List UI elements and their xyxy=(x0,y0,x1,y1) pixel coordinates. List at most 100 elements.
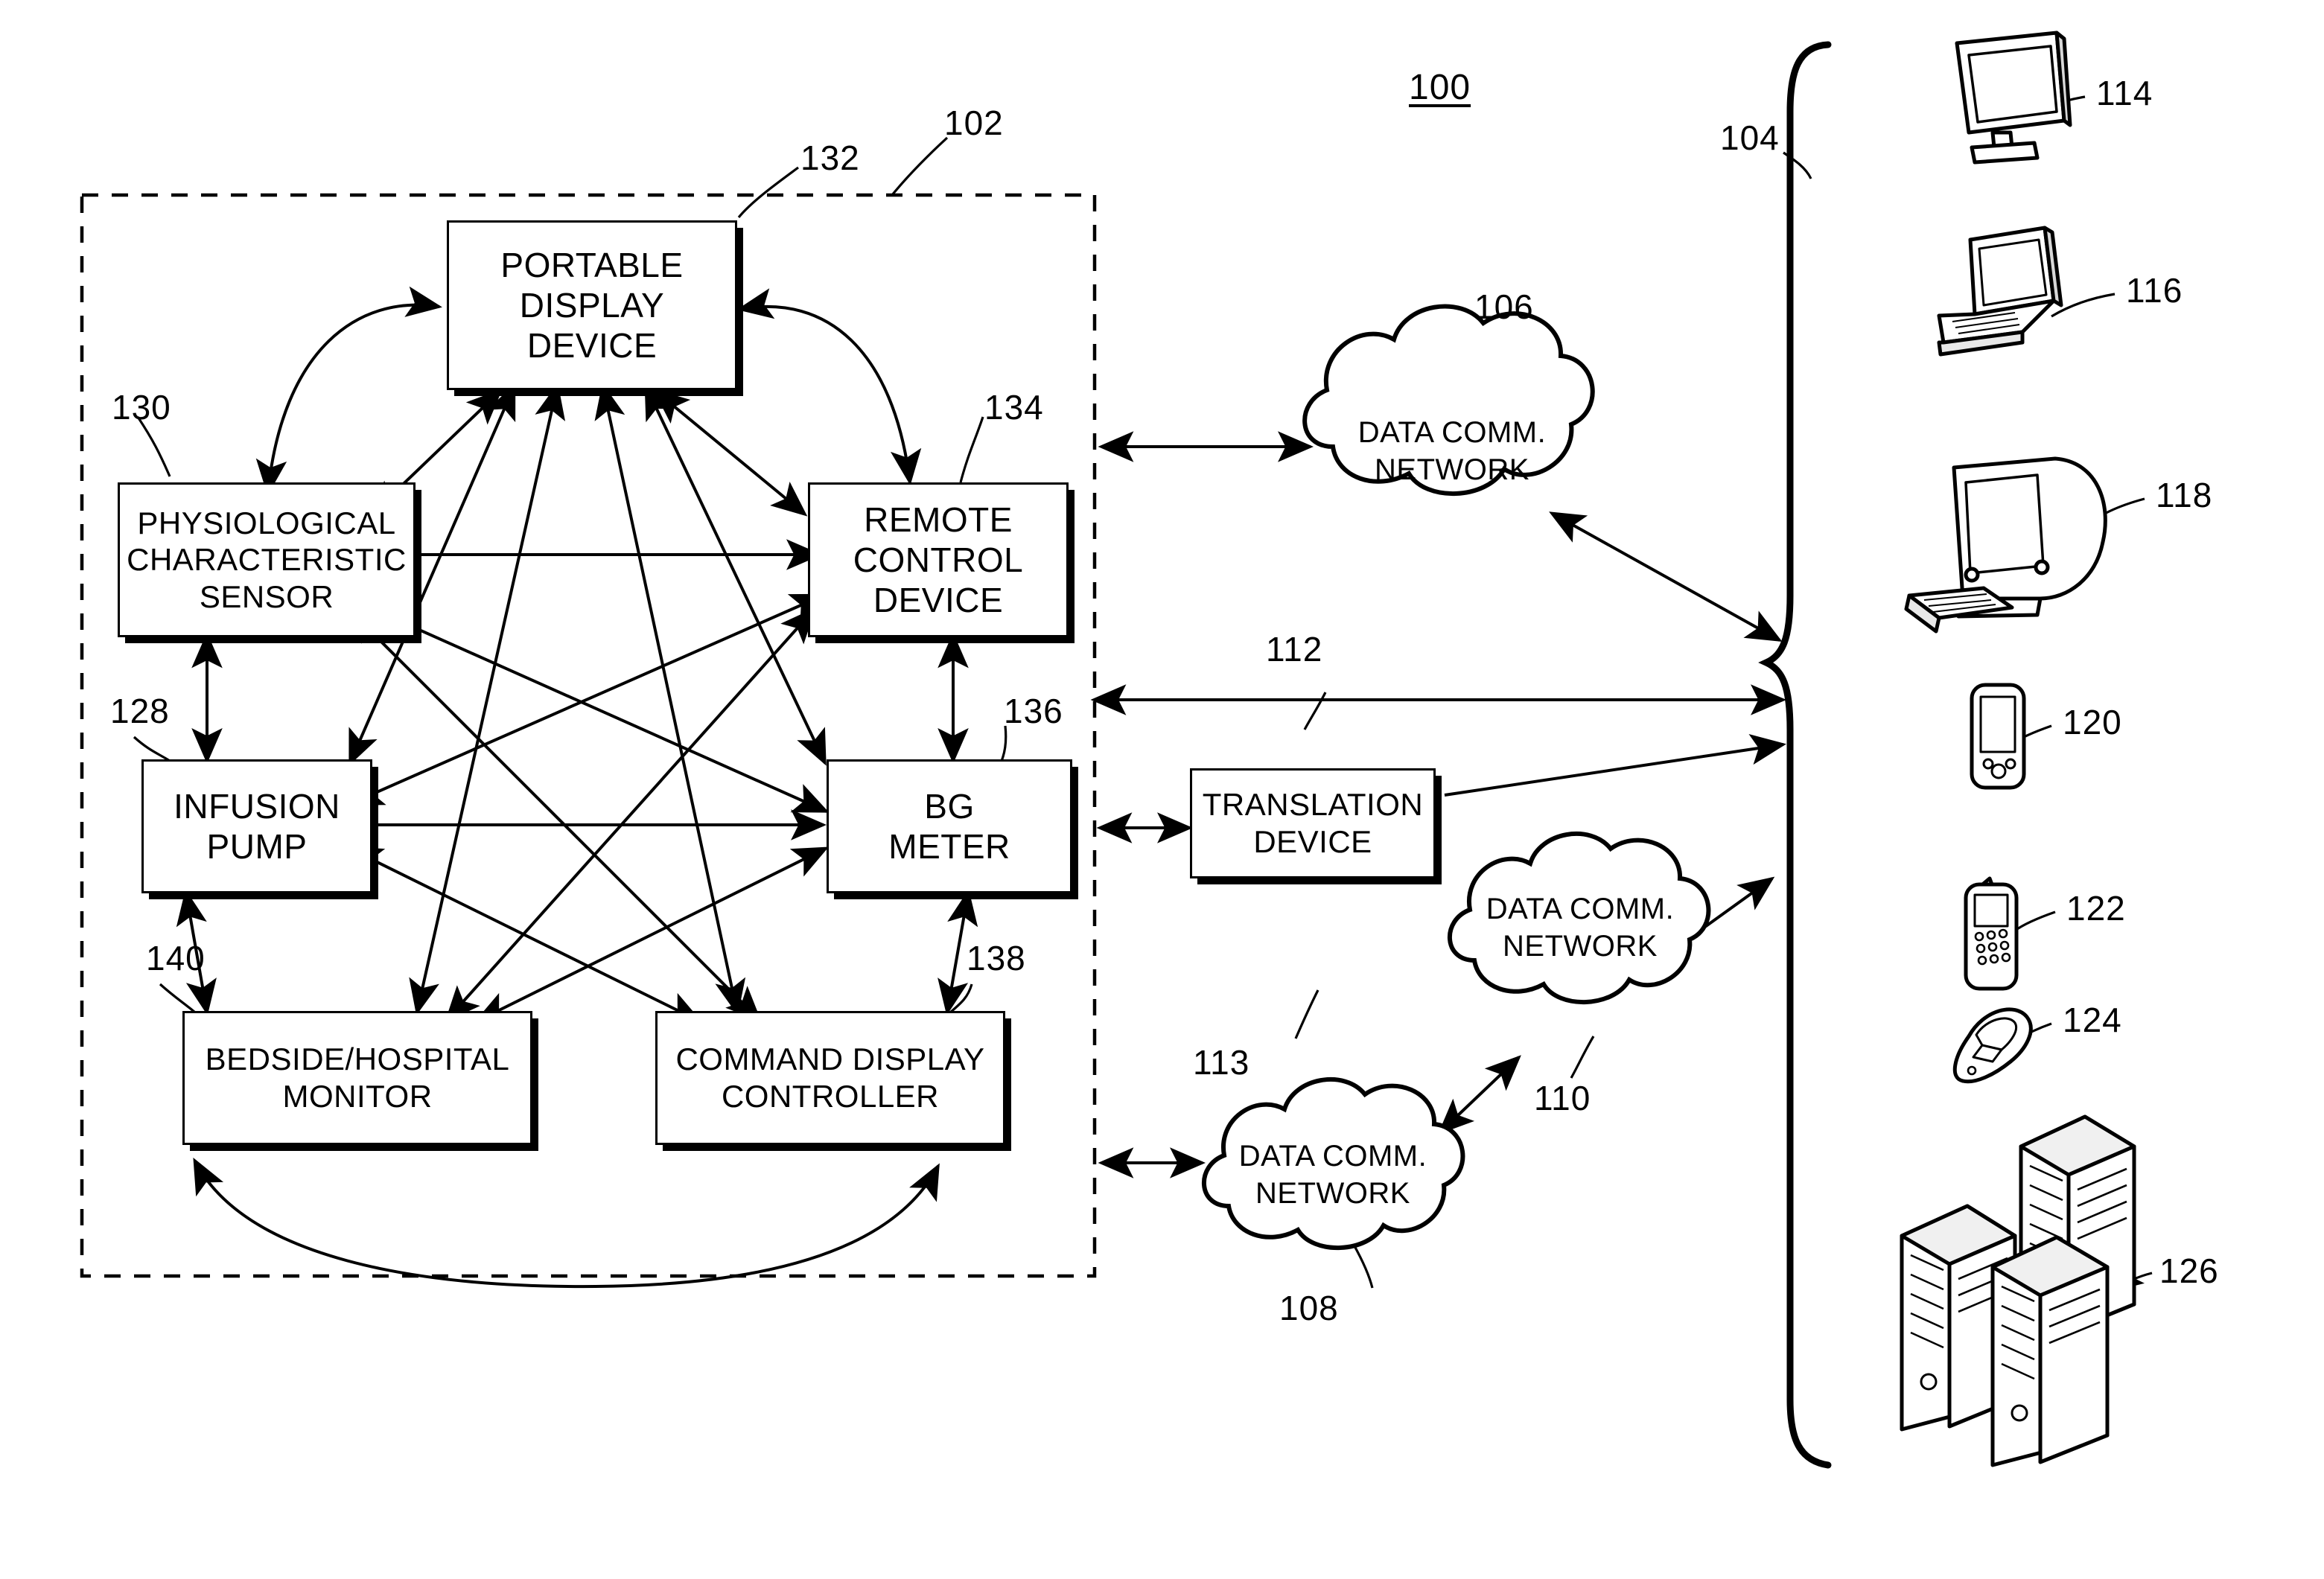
leader-112 xyxy=(1303,692,1327,730)
link-remote-control-bedside-monitor xyxy=(445,607,816,1022)
node-label-line: TRANSLATION xyxy=(1202,787,1424,823)
leader-138 xyxy=(949,983,973,1014)
node-label-line: BG xyxy=(924,786,975,826)
leader-110 xyxy=(1570,1036,1595,1079)
arc-bedside-monitor-command-controller xyxy=(193,1158,940,1289)
node-label-line: CONTROL xyxy=(853,540,1024,579)
ref-118: 118 xyxy=(2156,476,2213,514)
node-bedside-hospital-monitor[interactable]: BEDSIDE/HOSPITAL MONITOR xyxy=(182,1011,532,1145)
ref-104: 104 xyxy=(1720,118,1780,157)
ref-122: 122 xyxy=(2066,889,2126,928)
link-portable-display-bedside-monitor xyxy=(409,383,566,1015)
arc-portable-display-remote-control xyxy=(736,288,922,485)
node-physiological-characteristic-sensor[interactable]: PHYSIOLOGICAL CHARACTERISTIC SENSOR xyxy=(118,482,416,637)
cloud-label-110: DATA COMM. NETWORK xyxy=(1468,890,1692,965)
leader-108 xyxy=(1352,1244,1374,1289)
ref-108: 108 xyxy=(1279,1289,1339,1327)
leader-118 xyxy=(2083,497,2145,529)
leader-113 xyxy=(1294,989,1319,1039)
flat-monitor-icon xyxy=(1955,31,2072,165)
ref-138: 138 xyxy=(967,939,1026,977)
link-translation-device-bracket xyxy=(1444,733,1786,797)
laptop-icon xyxy=(1937,226,2063,357)
cloud-110-shape xyxy=(1448,832,1711,1005)
cloud-line: NETWORK xyxy=(1255,1177,1410,1210)
node-label-line: PHYSIOLOGICAL xyxy=(137,505,396,540)
link-portable-display-command-controller xyxy=(594,383,746,1015)
ref-128: 128 xyxy=(110,692,170,730)
arc-sensor-portable-display xyxy=(255,286,442,496)
node-label-line: REMOTE xyxy=(864,500,1013,539)
desktop-computer-icon xyxy=(1904,456,2107,634)
node-translation-device[interactable]: TRANSLATION DEVICE xyxy=(1190,768,1436,878)
leader-122 xyxy=(2014,910,2056,932)
node-label-line: PUMP xyxy=(206,827,308,866)
node-label-line: SENSOR xyxy=(199,578,334,614)
leader-114 xyxy=(2025,95,2086,121)
pda-icon xyxy=(1970,683,2026,790)
node-label-line: DEVICE xyxy=(1253,824,1372,859)
node-label-line: PORTABLE xyxy=(500,245,684,284)
server-stack-icon xyxy=(1900,1114,2136,1467)
node-bg-meter[interactable]: BG METER xyxy=(827,759,1072,893)
figure-number: 100 xyxy=(1409,68,1471,107)
leader-136 xyxy=(1000,725,1007,762)
cloud-line: NETWORK xyxy=(1503,930,1658,963)
ref-102: 102 xyxy=(944,103,1004,142)
node-label-line: COMMAND DISPLAY xyxy=(675,1041,985,1077)
link-bg-meter-bedside-monitor xyxy=(474,846,830,1023)
ref-120: 120 xyxy=(2063,703,2122,741)
node-label-line: DEVICE xyxy=(526,326,658,366)
leader-126 xyxy=(2114,1263,2153,1291)
node-command-display-controller[interactable]: COMMAND DISPLAY CONTROLLER xyxy=(655,1011,1005,1145)
leader-132 xyxy=(737,166,799,219)
ref-140: 140 xyxy=(146,939,206,977)
cloud-106-shape xyxy=(1302,304,1595,496)
cloud-line: DATA COMM. xyxy=(1357,416,1547,449)
ref-124: 124 xyxy=(2063,1001,2122,1039)
remote-devices-bracket xyxy=(1758,41,1832,1469)
leader-134 xyxy=(959,416,984,483)
ref-116: 116 xyxy=(2126,271,2183,310)
node-label-line: INFUSION xyxy=(173,786,340,826)
node-label-line: CONTROLLER xyxy=(721,1079,940,1114)
leader-124 xyxy=(2010,1022,2052,1045)
ref-132: 132 xyxy=(800,138,860,177)
node-label-line: DEVICE xyxy=(873,581,1004,620)
node-label-line: BEDSIDE/HOSPITAL xyxy=(205,1041,510,1077)
node-infusion-pump[interactable]: INFUSION PUMP xyxy=(141,759,372,893)
cell-phone-icon xyxy=(1964,876,2019,991)
link-network-108-network-110 xyxy=(1437,1055,1521,1135)
ref-130: 130 xyxy=(112,388,171,427)
cloud-108-shape xyxy=(1202,1077,1465,1251)
node-label-line: MONITOR xyxy=(282,1079,433,1114)
cloud-label-108: DATA COMM. NETWORK xyxy=(1221,1138,1445,1212)
node-label-line: METER xyxy=(888,827,1010,866)
link-sensor-command-controller xyxy=(347,607,762,1022)
link-bg-meter-command-controller xyxy=(937,889,978,1015)
link-network-106-bracket xyxy=(1549,511,1783,642)
ref-110: 110 xyxy=(1534,1079,1591,1117)
flip-phone-icon xyxy=(1952,1007,2033,1084)
node-label-line: DISPLAY xyxy=(519,285,665,325)
ref-114: 114 xyxy=(2096,74,2153,112)
node-remote-control-device[interactable]: REMOTE CONTROL DEVICE xyxy=(808,482,1069,637)
ref-106: 106 xyxy=(1474,287,1534,326)
ref-112: 112 xyxy=(1266,630,1323,669)
leader-116 xyxy=(2051,293,2116,318)
leader-104 xyxy=(1783,151,1812,179)
link-remote-control-infusion-pump xyxy=(347,593,827,806)
cloud-line: DATA COMM. xyxy=(1238,1140,1427,1173)
node-portable-display-device[interactable]: PORTABLE DISPLAY DEVICE xyxy=(447,220,737,390)
cloud-label-106: DATA COMM. NETWORK xyxy=(1340,414,1564,488)
leader-106 xyxy=(1482,331,1517,388)
node-label-line: CHARACTERISTIC xyxy=(127,542,407,578)
patent-figure-canvas: PORTABLE DISPLAY DEVICE PHYSIOLOGICAL CH… xyxy=(0,0,2324,1579)
leader-120 xyxy=(2010,724,2052,746)
link-network-110-bracket xyxy=(1678,876,1775,947)
ref-126: 126 xyxy=(2159,1251,2219,1290)
link-remote-control-portable-display-inner xyxy=(652,389,808,517)
link-infusion-pump-command-controller xyxy=(346,846,703,1023)
leader-128 xyxy=(133,736,171,762)
ref-136: 136 xyxy=(1004,692,1063,730)
